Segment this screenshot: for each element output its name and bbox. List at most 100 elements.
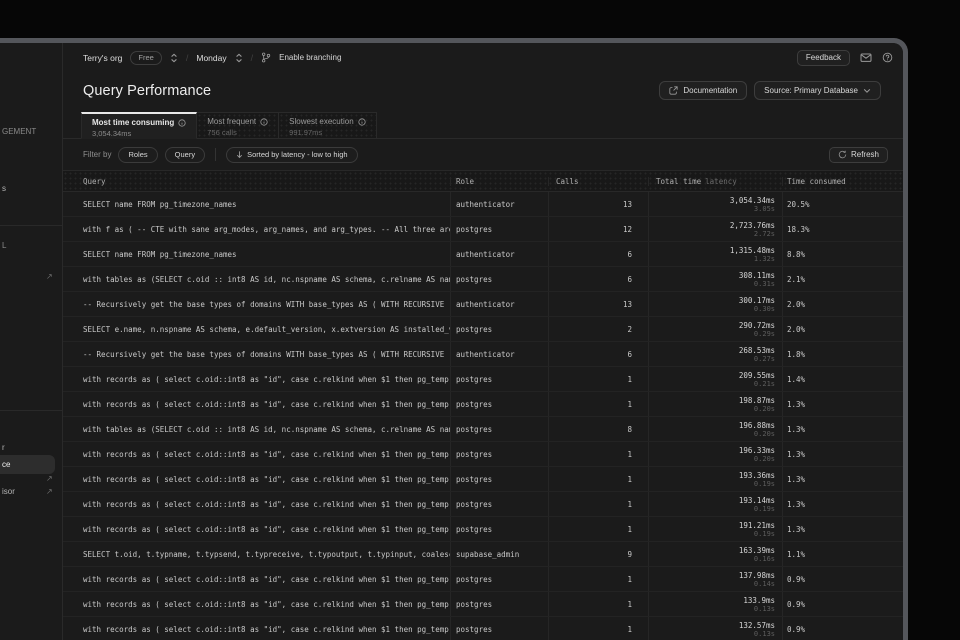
- calls-cell: 1: [549, 517, 649, 541]
- total-time-ms: 1,315.48ms: [730, 246, 775, 255]
- external-link-arrow-icon[interactable]: ↗: [46, 272, 53, 281]
- sidebar-item[interactable]: r: [2, 443, 5, 452]
- refresh-button[interactable]: Refresh: [829, 147, 888, 163]
- table-row[interactable]: with tables as (SELECT c.oid :: int8 AS …: [63, 417, 903, 442]
- tab-label: Most frequent: [207, 117, 256, 126]
- time-consumed-cell: 2.0%: [783, 292, 903, 316]
- table-row[interactable]: with records as ( select c.oid::int8 as …: [63, 567, 903, 592]
- source-selector[interactable]: Source: Primary Database: [754, 81, 881, 100]
- column-header-time-consumed[interactable]: Time consumed: [783, 177, 903, 186]
- breadcrumb-separator: /: [251, 53, 254, 63]
- sidebar-section-label: L: [2, 241, 6, 250]
- calls-cell: 9: [549, 542, 649, 566]
- tab-metric: 756 calls: [207, 128, 268, 137]
- calls-cell: 1: [549, 467, 649, 491]
- total-time-cell: 163.39ms 0.16s: [649, 542, 783, 566]
- roles-filter-button[interactable]: Roles: [118, 147, 157, 163]
- table-row[interactable]: SELECT name FROM pg_timezone_names authe…: [63, 192, 903, 217]
- table-row[interactable]: -- Recursively get the base types of dom…: [63, 342, 903, 367]
- table-row[interactable]: SELECT t.oid, t.typname, t.typsend, t.ty…: [63, 542, 903, 567]
- time-consumed-cell: 1.3%: [783, 492, 903, 516]
- role-cell: authenticator: [451, 242, 549, 266]
- feedback-button[interactable]: Feedback: [797, 50, 850, 66]
- table-row[interactable]: SELECT e.name, n.nspname AS schema, e.de…: [63, 317, 903, 342]
- chevrons-up-down-icon[interactable]: [235, 53, 243, 63]
- time-consumed-cell: 1.4%: [783, 367, 903, 391]
- sidebar-item[interactable]: s: [2, 184, 6, 193]
- tab-slowest-execution[interactable]: Slowest execution 991.97ms: [279, 112, 376, 139]
- time-consumed-cell: 18.3%: [783, 217, 903, 241]
- query-cell: with f as ( -- CTE with sane arg_modes, …: [63, 217, 451, 241]
- total-time-ms: 290.72ms: [739, 321, 775, 330]
- table-row[interactable]: with tables as (SELECT c.oid :: int8 AS …: [63, 267, 903, 292]
- source-label: Source: Primary Database: [764, 86, 858, 95]
- top-navigation-bar: Terry's org Free / Monday / Enable branc…: [63, 43, 903, 72]
- query-cell: with records as ( select c.oid::int8 as …: [63, 467, 451, 491]
- tab-most-time-consuming[interactable]: Most time consuming 3,054.34ms: [81, 112, 197, 139]
- sort-button[interactable]: Sorted by latency - low to high: [226, 147, 357, 163]
- query-cell: with records as ( select c.oid::int8 as …: [63, 492, 451, 516]
- column-header-total-time[interactable]: Total time latency: [649, 177, 783, 186]
- total-time-cell: 2,723.76ms 2.72s: [649, 217, 783, 241]
- filter-bar: Filter by Roles Query Sorted by latency …: [63, 139, 903, 170]
- org-name[interactable]: Terry's org: [83, 53, 122, 63]
- query-filter-button[interactable]: Query: [165, 147, 205, 163]
- documentation-button[interactable]: Documentation: [659, 81, 747, 100]
- tab-label: Slowest execution: [289, 117, 353, 126]
- sort-label: Sorted by latency - low to high: [247, 150, 347, 159]
- total-time-ms: 308.11ms: [739, 271, 775, 280]
- total-time-ms: 3,054.34ms: [730, 196, 775, 205]
- total-time-seconds: 2.72s: [754, 230, 775, 238]
- chevron-down-icon: [863, 88, 871, 94]
- mail-icon[interactable]: [860, 52, 872, 63]
- column-header-query[interactable]: Query: [63, 177, 451, 186]
- table-row[interactable]: with records as ( select c.oid::int8 as …: [63, 467, 903, 492]
- total-time-seconds: 0.20s: [754, 455, 775, 463]
- filter-by-label: Filter by: [83, 150, 111, 159]
- column-header-role[interactable]: Role: [451, 177, 549, 186]
- table-row[interactable]: with records as ( select c.oid::int8 as …: [63, 617, 903, 640]
- info-icon: [260, 118, 268, 126]
- total-time-cell: 137.98ms 0.14s: [649, 567, 783, 591]
- table-row[interactable]: SELECT name FROM pg_timezone_names authe…: [63, 242, 903, 267]
- time-consumed-cell: 1.3%: [783, 392, 903, 416]
- total-time-cell: 3,054.34ms 3.05s: [649, 192, 783, 216]
- role-cell: authenticator: [451, 192, 549, 216]
- table-row[interactable]: -- Recursively get the base types of dom…: [63, 292, 903, 317]
- enable-branching-button[interactable]: Enable branching: [279, 53, 341, 62]
- table-row[interactable]: with records as ( select c.oid::int8 as …: [63, 367, 903, 392]
- total-time-cell: 268.53ms 0.27s: [649, 342, 783, 366]
- documentation-label: Documentation: [683, 86, 737, 95]
- role-cell: postgres: [451, 617, 549, 640]
- help-icon[interactable]: [882, 52, 893, 63]
- total-time-seconds: 0.29s: [754, 330, 775, 338]
- metric-tabs: Most time consuming 3,054.34ms Most freq…: [81, 112, 377, 139]
- table-row[interactable]: with records as ( select c.oid::int8 as …: [63, 517, 903, 542]
- total-time-seconds: 0.19s: [754, 480, 775, 488]
- sidebar-item-advisor[interactable]: isor: [2, 487, 15, 496]
- project-name[interactable]: Monday: [196, 53, 226, 63]
- tab-most-frequent[interactable]: Most frequent 756 calls: [197, 112, 279, 139]
- table-row[interactable]: with records as ( select c.oid::int8 as …: [63, 392, 903, 417]
- query-table-body: SELECT name FROM pg_timezone_names authe…: [63, 192, 903, 640]
- calls-cell: 1: [549, 367, 649, 391]
- main-panel: Terry's org Free / Monday / Enable branc…: [62, 43, 903, 640]
- query-cell: with records as ( select c.oid::int8 as …: [63, 592, 451, 616]
- table-row[interactable]: with f as ( -- CTE with sane arg_modes, …: [63, 217, 903, 242]
- total-time-ms: 198.87ms: [739, 396, 775, 405]
- arrow-down-icon: [236, 150, 243, 159]
- query-cell: -- Recursively get the base types of dom…: [63, 292, 451, 316]
- chevrons-up-down-icon[interactable]: [170, 53, 178, 63]
- total-time-seconds: 0.27s: [754, 355, 775, 363]
- role-cell: postgres: [451, 417, 549, 441]
- external-link-arrow-icon[interactable]: ↗: [46, 474, 53, 483]
- plan-badge: Free: [130, 51, 161, 65]
- sidebar-item-query-performance[interactable]: ce: [0, 455, 55, 474]
- time-consumed-cell: 1.3%: [783, 517, 903, 541]
- column-header-calls[interactable]: Calls: [549, 177, 649, 186]
- total-time-ms: 2,723.76ms: [730, 221, 775, 230]
- table-row[interactable]: with records as ( select c.oid::int8 as …: [63, 442, 903, 467]
- table-row[interactable]: with records as ( select c.oid::int8 as …: [63, 492, 903, 517]
- table-header: Query Role Calls Total time latency Time…: [63, 170, 903, 192]
- table-row[interactable]: with records as ( select c.oid::int8 as …: [63, 592, 903, 617]
